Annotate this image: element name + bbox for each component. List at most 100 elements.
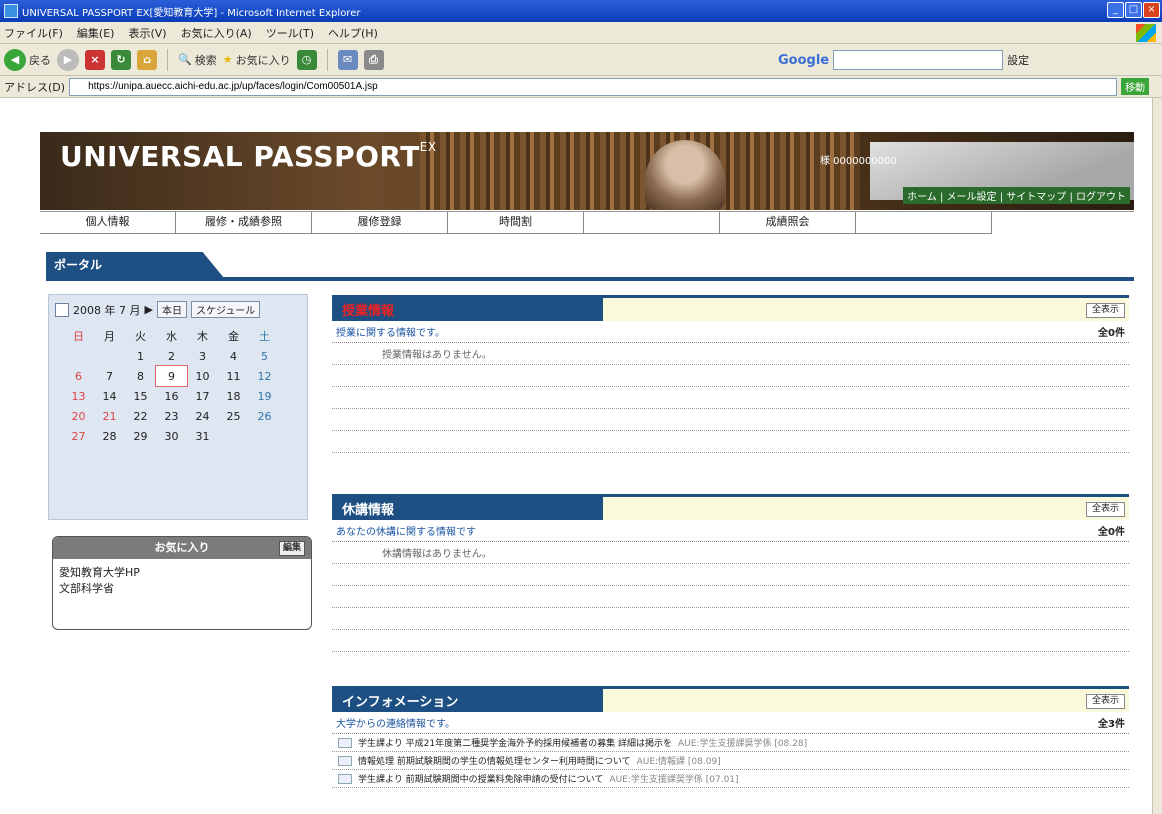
mail-icon[interactable]: ✉ xyxy=(337,49,358,70)
calendar-widget: 2008 年 7 月 ▶ 本日 スケジュール 日 月 火 水 木 金 土 1 2… xyxy=(48,294,308,520)
google-search-input[interactable] xyxy=(833,50,1004,70)
favorites-edit-button[interactable]: 編集 xyxy=(278,541,305,556)
home-icon[interactable]: ⌂ xyxy=(137,49,157,70)
panel-description: 授業に関する情報です。 xyxy=(336,328,445,339)
panel-empty-message: 休講情報はありません。 xyxy=(332,542,1129,564)
history-icon[interactable]: ◷ xyxy=(296,49,317,70)
calendar-day[interactable]: 25 xyxy=(218,406,249,426)
calendar-day[interactable] xyxy=(94,346,125,366)
nav-personal-info[interactable]: 個人情報 xyxy=(40,212,176,234)
schedule-button[interactable]: スケジュール xyxy=(190,301,261,318)
address-input[interactable] xyxy=(69,77,1118,96)
info-item[interactable]: 学生課より 平成21年度第二種奨学金海外予約採用候補者の募集 詳細は掲示を AUE… xyxy=(332,734,1129,752)
calendar-day[interactable]: 14 xyxy=(94,386,125,406)
calendar-day[interactable]: 6 xyxy=(63,366,94,386)
calendar-day[interactable]: 1 xyxy=(125,346,156,366)
search-button[interactable]: 🔍 検索 xyxy=(178,52,217,68)
nav-course-registration[interactable]: 履修登録 xyxy=(312,212,448,234)
panel-title: 授業情報 xyxy=(342,304,395,319)
calendar-day[interactable]: 2 xyxy=(156,346,187,366)
calendar-day[interactable]: 7 xyxy=(94,366,125,386)
calendar-day[interactable]: 23 xyxy=(156,406,187,426)
menu-tools[interactable]: ツール(T) xyxy=(266,25,314,41)
favorites-button[interactable]: ★ お気に入り xyxy=(223,52,291,68)
stop-icon[interactable]: × xyxy=(85,49,105,70)
calendar-day[interactable]: 20 xyxy=(63,406,94,426)
menu-edit[interactable]: 編集(E) xyxy=(77,25,115,41)
nav-grades[interactable]: 履修・成績参照 xyxy=(176,212,312,234)
minimize-button[interactable]: _ xyxy=(1107,2,1124,18)
calendar-day[interactable]: 19 xyxy=(249,386,280,406)
calendar-day[interactable]: 24 xyxy=(187,406,218,426)
banner-person-image xyxy=(645,140,725,210)
back-button[interactable]: ◀ 戻る xyxy=(4,48,51,71)
vertical-scrollbar[interactable] xyxy=(1152,98,1162,814)
weekday-header: 月 xyxy=(104,330,115,343)
calendar-day[interactable]: 15 xyxy=(125,386,156,406)
panel-row xyxy=(332,586,1129,608)
today-button[interactable]: 本日 xyxy=(156,301,187,318)
favorite-link[interactable]: 文部科学省 xyxy=(59,581,305,597)
calendar-day[interactable]: 28 xyxy=(94,426,125,446)
calendar-day[interactable] xyxy=(249,426,280,446)
info-item[interactable]: 学生課より 前期試験期間中の授業料免除申請の受付について AUE:学生支援課奨学係… xyxy=(332,770,1129,788)
calendar-day[interactable]: 4 xyxy=(218,346,249,366)
cancellation-info-panel: 休講情報 全表示 あなたの休講に関する情報です 全0件 休講情報はありません。 xyxy=(332,494,1129,652)
bookshelf-image xyxy=(420,132,860,210)
menu-help[interactable]: ヘルプ(H) xyxy=(328,25,378,41)
info-item-text[interactable]: 学生課より 前期試験期間中の授業料免除申請の受付について xyxy=(358,772,603,785)
address-label: アドレス(D) xyxy=(4,80,66,94)
show-all-button[interactable]: 全表示 xyxy=(1085,694,1125,709)
next-month-icon[interactable]: ▶ xyxy=(144,303,152,316)
star-icon: ★ xyxy=(222,53,233,66)
menu-file[interactable]: ファイル(F) xyxy=(4,25,63,41)
calendar-day[interactable]: 21 xyxy=(94,406,125,426)
close-button[interactable]: × xyxy=(1143,2,1160,18)
show-all-button[interactable]: 全表示 xyxy=(1085,303,1125,318)
print-icon[interactable]: ⎙ xyxy=(363,49,384,70)
nav-timetable[interactable]: 時間割 xyxy=(448,212,584,234)
calendar-day[interactable]: 26 xyxy=(249,406,280,426)
favorite-link[interactable]: 愛知教育大学HP xyxy=(59,565,305,581)
calendar-day[interactable]: 12 xyxy=(249,366,280,386)
user-info: 様 0000000000 xyxy=(820,156,897,167)
information-panel: インフォメーション 全表示 大学からの連絡情報です。 全3件 学生課より 平成21年… xyxy=(332,686,1129,788)
calendar-day[interactable]: 31 xyxy=(187,426,218,446)
header-links[interactable]: ホーム | メール設定 | サイトマップ | ログアウト xyxy=(903,187,1130,204)
info-item-text[interactable]: 情報処理 前期試験期間の学生の情報処理センター利用時間について xyxy=(358,754,631,767)
calendar-day[interactable]: 11 xyxy=(218,366,249,386)
weekday-header: 水 xyxy=(166,330,177,343)
calendar-day[interactable] xyxy=(218,426,249,446)
calendar-day[interactable] xyxy=(63,346,94,366)
calendar-day[interactable]: 30 xyxy=(156,426,187,446)
calendar-day[interactable]: 27 xyxy=(63,426,94,446)
info-item[interactable]: 情報処理 前期試験期間の学生の情報処理センター利用時間について AUE:情報課 [… xyxy=(332,752,1129,770)
refresh-icon[interactable]: ↻ xyxy=(111,49,131,70)
calendar-day[interactable]: 5 xyxy=(249,346,280,366)
calendar-day[interactable]: 13 xyxy=(63,386,94,406)
calendar-day-today[interactable]: 9 xyxy=(155,365,188,387)
go-button[interactable]: 移動 xyxy=(1121,78,1150,95)
class-info-panel: 授業情報 全表示 授業に関する情報です。 全0件 授業情報はありません。 xyxy=(332,295,1129,453)
calendar-day[interactable]: 3 xyxy=(187,346,218,366)
envelope-icon xyxy=(338,755,352,766)
nav-grade-inquiry[interactable]: 成績照会 xyxy=(720,212,856,234)
favorites-box: お気に入り 編集 愛知教育大学HP 文部科学省 xyxy=(52,536,312,630)
info-item-text[interactable]: 学生課より 平成21年度第二種奨学金海外予約採用候補者の募集 詳細は掲示を xyxy=(358,736,672,749)
menu-view[interactable]: 表示(V) xyxy=(128,25,166,41)
tab-portal[interactable]: ポータル xyxy=(46,252,224,278)
settings-label[interactable]: 設定 xyxy=(1007,52,1029,68)
calendar-day[interactable]: 16 xyxy=(156,386,187,406)
forward-button[interactable]: ▶ xyxy=(57,48,79,71)
show-all-button[interactable]: 全表示 xyxy=(1085,502,1125,517)
calendar-day[interactable]: 29 xyxy=(125,426,156,446)
calendar-day[interactable]: 22 xyxy=(125,406,156,426)
calendar-day[interactable]: 10 xyxy=(187,366,218,386)
calendar-day[interactable]: 17 xyxy=(187,386,218,406)
nav-empty-2 xyxy=(856,212,992,234)
maximize-button[interactable]: □ xyxy=(1125,2,1142,18)
info-item-source: AUE:情報課 [08.09] xyxy=(636,757,721,767)
menu-favorites[interactable]: お気に入り(A) xyxy=(181,25,252,41)
calendar-day[interactable]: 8 xyxy=(125,366,156,386)
calendar-day[interactable]: 18 xyxy=(218,386,249,406)
